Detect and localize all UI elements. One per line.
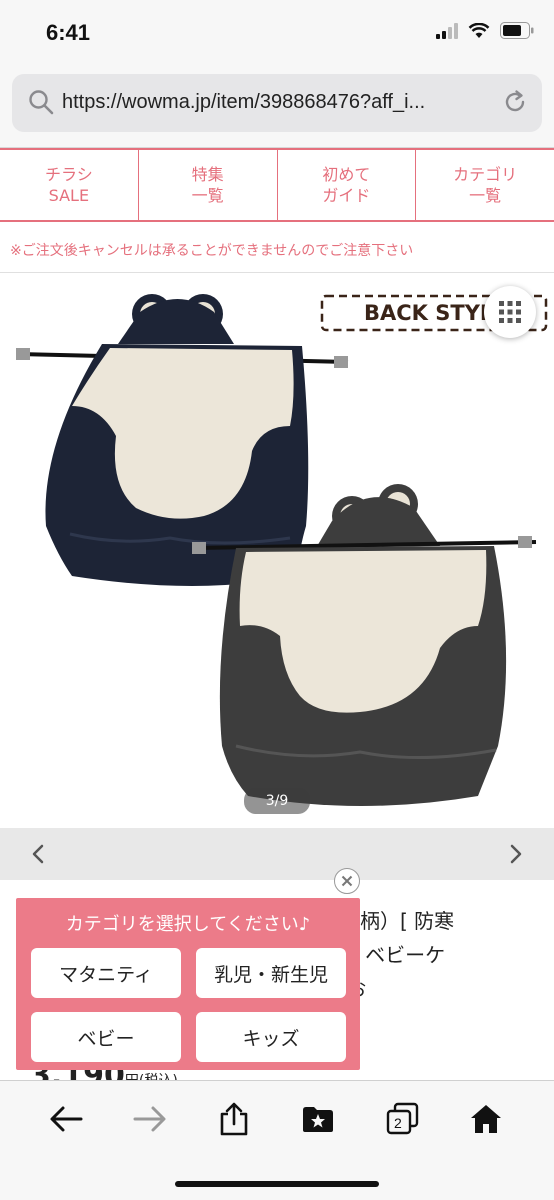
- share-button[interactable]: [214, 1099, 254, 1139]
- page: 6:41 https://wowma.jp/item/398868476?aff…: [0, 0, 554, 1200]
- back-button[interactable]: [46, 1099, 86, 1139]
- back-arrow-icon: [50, 1106, 83, 1132]
- carousel-bar: [0, 828, 554, 880]
- category-nav: チラシ SALE 特集 一覧 初めて ガイド カテゴリ 一覧: [0, 148, 554, 222]
- tabs-icon: 2: [386, 1102, 419, 1135]
- home-button[interactable]: [466, 1099, 506, 1139]
- navy-cape: [16, 294, 349, 586]
- divider: [0, 272, 554, 273]
- product-image[interactable]: BACK STYLE: [0, 276, 554, 826]
- category-kids-button[interactable]: キッズ: [196, 1012, 346, 1062]
- close-icon: [341, 875, 353, 887]
- nav-flyer-sale[interactable]: チラシ SALE: [0, 150, 139, 220]
- battery-icon: [500, 22, 534, 39]
- image-grid-button[interactable]: [484, 286, 536, 338]
- home-icon: [471, 1105, 501, 1133]
- forward-button[interactable]: [130, 1099, 170, 1139]
- nav-category-list[interactable]: カテゴリ 一覧: [416, 150, 554, 220]
- chevron-left-icon[interactable]: [30, 844, 48, 864]
- nav-label-line2: SALE: [48, 186, 90, 205]
- cancellation-notice: ※ご注文後キャンセルは承ることができませんのでご注意下さい: [10, 243, 414, 259]
- grid-icon: [499, 301, 521, 323]
- chevron-right-icon[interactable]: [506, 844, 524, 864]
- status-time: 6:41: [46, 20, 91, 45]
- wifi-icon: [468, 22, 490, 38]
- tabs-button[interactable]: 2: [382, 1099, 422, 1139]
- nav-features[interactable]: 特集 一覧: [139, 150, 278, 220]
- reload-icon[interactable]: [502, 89, 528, 115]
- nav-label-line2: 一覧: [191, 186, 224, 205]
- popup-title: カテゴリを選択してください♪: [65, 914, 311, 935]
- nav-label-line1: カテゴリ: [453, 165, 518, 184]
- share-icon: [220, 1102, 248, 1136]
- baby-cape-illustration: BACK STYLE: [16, 294, 548, 806]
- address-bar[interactable]: https://wowma.jp/item/398868476?aff_i...: [12, 74, 542, 132]
- popup-close-button[interactable]: [334, 868, 360, 894]
- image-counter: 3/9: [244, 788, 310, 814]
- nav-label-line2: 一覧: [469, 186, 502, 205]
- home-indicator: [175, 1181, 379, 1187]
- status-bar: 6:41: [0, 0, 554, 68]
- search-icon: [29, 90, 54, 115]
- url-text[interactable]: https://wowma.jp/item/398868476?aff_i...: [62, 91, 492, 114]
- bookmarks-button[interactable]: [298, 1099, 338, 1139]
- status-icons: [436, 22, 534, 39]
- category-baby-button[interactable]: ベビー: [31, 1012, 181, 1062]
- nav-label-line2: ガイド: [322, 186, 371, 205]
- nav-label-line1: 初めて: [322, 165, 371, 184]
- nav-first-guide[interactable]: 初めて ガイド: [278, 150, 417, 220]
- category-popup: カテゴリを選択してください♪ マタニティ 乳児・新生児 ベビー キッズ: [16, 898, 360, 1070]
- browser-address-area: https://wowma.jp/item/398868476?aff_i...: [0, 68, 554, 148]
- forward-arrow-icon: [133, 1106, 166, 1132]
- bookmark-folder-icon: [303, 1107, 333, 1132]
- nav-label-line1: チラシ: [45, 165, 93, 184]
- signal-icon: [436, 22, 458, 39]
- tabs-count: 2: [394, 1115, 402, 1131]
- category-maternity-button[interactable]: マタニティ: [31, 948, 181, 998]
- category-newborn-button[interactable]: 乳児・新生児: [196, 948, 346, 998]
- nav-label-line1: 特集: [191, 165, 224, 184]
